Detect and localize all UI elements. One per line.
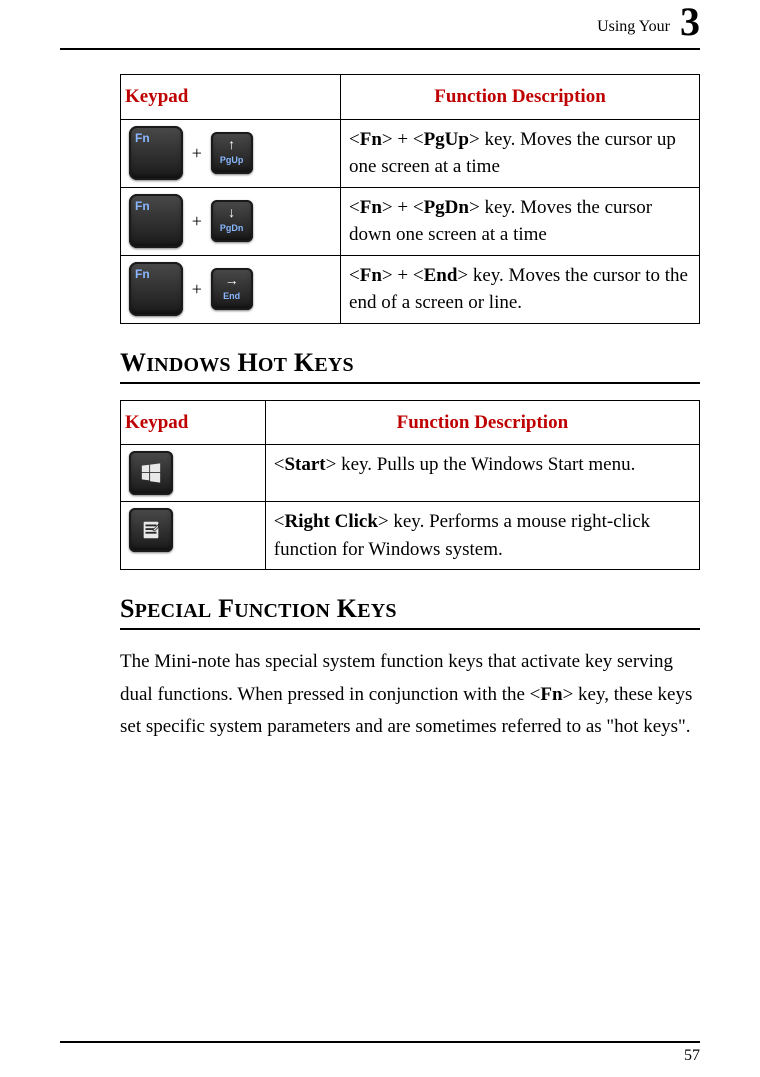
section-title-windows-hot-keys: WINDOWS HOT KEYS [120,348,700,378]
table-row: Fn + → End <Fn> + <End> key. Moves the c… [121,255,700,323]
footer-rule [60,1041,700,1043]
keypad-table-1: Keypad Function Description Fn + ↑ PgUp … [120,74,700,324]
description-cell: <Right Click> key. Performs a mouse righ… [265,502,699,570]
keyname-bold: PgDn [424,197,469,218]
description-cell: <Fn> + <PgUp> key. Moves the cursor up o… [341,119,700,187]
plus-icon: + [188,208,206,234]
end-key-icon: → End [211,268,253,310]
fn-key-icon: Fn [129,194,183,248]
t: F [211,594,234,623]
keypad-cell: Fn + → End [121,255,341,323]
t: UNCTION [234,600,330,622]
table-row: Fn + ↓ PgDn <Fn> + <PgDn> key. Moves the… [121,187,700,255]
page-footer: 57 [60,1041,700,1065]
header-text: Using Your [597,18,670,36]
keyname-bold: Fn [540,684,562,705]
keyname-bold: Fn [360,265,382,286]
keyname-bold: Start [284,454,325,475]
keyname-bold: PgUp [424,129,469,150]
t: W [120,348,146,377]
fn-key-label: Fn [135,130,150,147]
th-description: Function Description [341,75,700,120]
t: INDOWS [146,354,231,376]
fn-key-label: Fn [135,266,150,283]
text: > + < [382,129,424,150]
table-row: <Right Click> key. Performs a mouse righ… [121,502,700,570]
text: > + < [382,265,424,286]
text: < [274,454,285,475]
keypad-cell [121,502,266,570]
text: < [349,265,360,286]
t: PECIAL [135,600,212,622]
t: K [330,594,357,623]
keypad-cell [121,445,266,502]
context-menu-icon [140,519,162,541]
table-row: <Start> key. Pulls up the Windows Start … [121,445,700,502]
arrow-up-icon: ↑ [211,132,253,154]
page-header: Using Your 3 [60,0,700,46]
pgdn-key-icon: ↓ PgDn [211,200,253,242]
menu-key-icon [129,508,173,552]
fn-key-icon: Fn [129,126,183,180]
t: OT [258,354,287,376]
description-cell: <Fn> + <End> key. Moves the cursor to th… [341,255,700,323]
keypad-table-2: Keypad Function Description [120,400,700,571]
section-rule [120,628,700,630]
plus-icon: + [188,140,206,166]
keyname-bold: Fn [360,129,382,150]
keypad-cell: Fn + ↓ PgDn [121,187,341,255]
keyname-bold: Fn [360,197,382,218]
text: > key. Pulls up the Windows Start menu. [326,454,636,475]
keyname-bold: Right Click [284,511,377,532]
section-title-special-function-keys: SPECIAL FUNCTION KEYS [120,594,700,624]
plus-icon: + [188,276,206,302]
keypad-cell: Fn + ↑ PgUp [121,119,341,187]
t: EYS [314,354,354,376]
key-sublabel: PgDn [211,222,253,235]
body-paragraph: The Mini-note has special system functio… [120,646,700,743]
th-keypad: Keypad [121,75,341,120]
fn-key-label: Fn [135,198,150,215]
t: S [120,594,135,623]
page-content: Keypad Function Description Fn + ↑ PgUp … [60,74,700,743]
th-description: Function Description [265,400,699,445]
text: < [349,197,360,218]
text: < [349,129,360,150]
header-rule [60,48,700,50]
windows-key-icon [129,451,173,495]
description-cell: <Fn> + <PgDn> key. Moves the cursor down… [341,187,700,255]
t: EYS [357,600,397,622]
chapter-number: 3 [680,2,700,42]
fn-key-icon: Fn [129,262,183,316]
keyname-bold: End [424,265,458,286]
section-rule [120,382,700,384]
th-keypad: Keypad [121,400,266,445]
key-sublabel: End [211,290,253,303]
windows-logo-icon [140,462,162,484]
page-number: 57 [60,1047,700,1065]
arrow-down-icon: ↓ [211,200,253,222]
table-row: Fn + ↑ PgUp <Fn> + <PgUp> key. Moves the… [121,119,700,187]
text: < [274,511,285,532]
description-cell: <Start> key. Pulls up the Windows Start … [265,445,699,502]
t: H [231,348,258,377]
key-sublabel: PgUp [211,154,253,167]
arrow-right-icon: → [211,268,253,290]
t: K [287,348,314,377]
pgup-key-icon: ↑ PgUp [211,132,253,174]
text: > + < [382,197,424,218]
